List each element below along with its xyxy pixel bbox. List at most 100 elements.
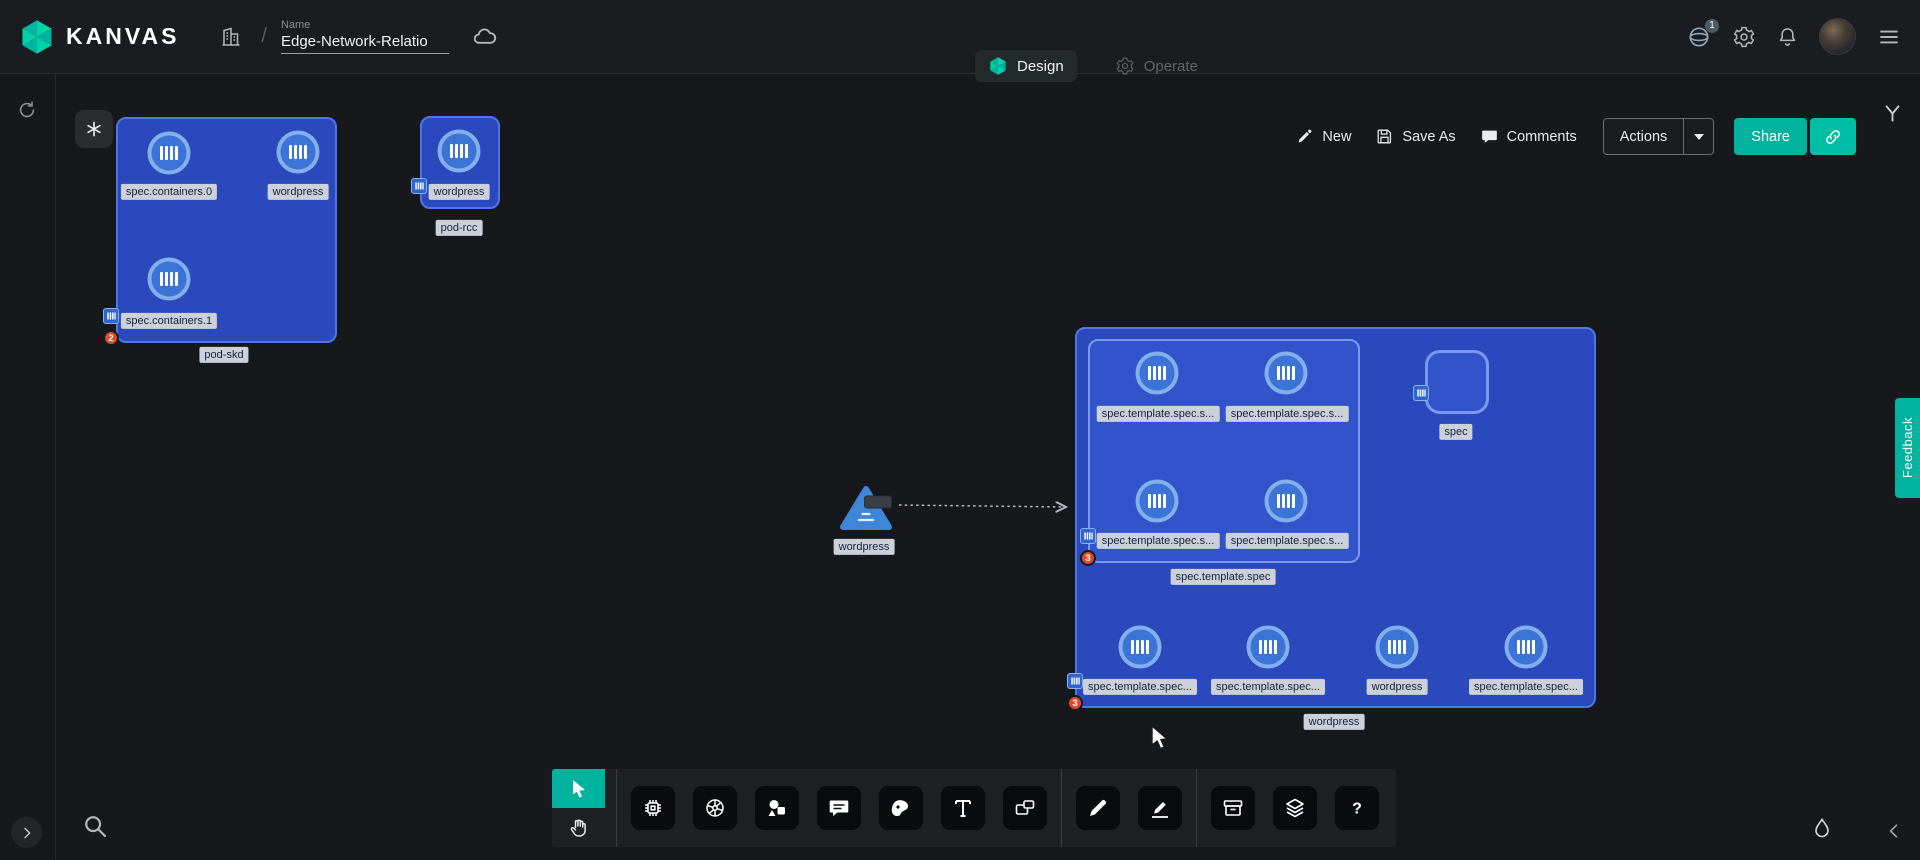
share-group: Share: [1734, 118, 1856, 155]
node-label: spec.containers.1: [121, 313, 217, 329]
dock-tool-shapes[interactable]: [755, 786, 799, 830]
dock-separator: [1061, 769, 1062, 847]
app-header: KANVAS / Name Design Operate 1: [0, 0, 1920, 74]
dock-tool-pan[interactable]: [552, 808, 605, 847]
new-button[interactable]: New: [1295, 127, 1351, 146]
canvas-toolbar: New Save As Comments Actions Share: [1295, 118, 1856, 155]
dock-tool-annotate[interactable]: [1138, 786, 1182, 830]
extensions-button[interactable]: 1: [1686, 24, 1712, 50]
error-count-badge[interactable]: 3: [1067, 695, 1083, 711]
node-spec[interactable]: [1425, 350, 1489, 414]
help-icon: ?: [1345, 796, 1369, 820]
tab-operate[interactable]: Operate: [1111, 50, 1202, 82]
y-icon[interactable]: [1883, 104, 1902, 123]
node-spec.template.spec...[interactable]: [1119, 626, 1162, 669]
connection-port[interactable]: [1067, 673, 1083, 689]
expand-panel-button[interactable]: [11, 817, 42, 848]
actions-button[interactable]: Actions: [1603, 118, 1715, 155]
bottom-toolbar: ?: [552, 769, 1396, 847]
node-spec.template.spec.s...[interactable]: [1265, 352, 1308, 395]
name-label: Name: [281, 19, 449, 31]
comment-icon: [827, 796, 851, 820]
node-label: wordpress: [1367, 679, 1428, 695]
group-label: pod-skd: [199, 347, 248, 363]
dock-tool-layers[interactable]: [1273, 786, 1317, 830]
tab-design[interactable]: Design: [975, 50, 1077, 82]
svg-text:?: ?: [1352, 801, 1362, 818]
error-count-badge[interactable]: 3: [1080, 550, 1096, 566]
share-button[interactable]: Share: [1734, 118, 1807, 155]
droplet-icon[interactable]: [1810, 816, 1834, 840]
chevron-left-icon[interactable]: [1884, 821, 1904, 841]
dock-tool-components[interactable]: [631, 786, 675, 830]
notification-count-badge: 1: [1705, 19, 1719, 33]
node-wordpress[interactable]: [1376, 626, 1419, 669]
rectangle-icon: [1013, 796, 1037, 820]
node-label: spec.template.spec.s...: [1097, 533, 1220, 549]
actions-label: Actions: [1604, 119, 1684, 154]
node-spec.template.spec...[interactable]: [1247, 626, 1290, 669]
dock-separator: [1196, 769, 1197, 847]
dock-tool-freehand[interactable]: [1076, 786, 1120, 830]
node-spec.template.spec.s...[interactable]: [1265, 480, 1308, 523]
node-label: spec.template.spec.s...: [1097, 406, 1220, 422]
comments-button[interactable]: Comments: [1480, 127, 1577, 146]
copy-link-button[interactable]: [1810, 118, 1856, 155]
dock-tool-text[interactable]: [941, 786, 985, 830]
notifications-bell-icon[interactable]: [1776, 25, 1799, 48]
comments-label: Comments: [1507, 129, 1577, 145]
freehand-icon: [1086, 796, 1110, 820]
hand-icon: [567, 816, 591, 840]
share-label: Share: [1751, 129, 1790, 145]
actions-dropdown-button[interactable]: [1683, 119, 1713, 154]
edge-service-arrow[interactable]: [899, 497, 1080, 515]
node-spec.template.spec.s...[interactable]: [1136, 480, 1179, 523]
node-wordpress[interactable]: [277, 131, 320, 174]
dock-tool-doodle[interactable]: [879, 786, 923, 830]
save-as-button[interactable]: Save As: [1375, 127, 1455, 146]
zoom-search-icon[interactable]: [80, 811, 110, 841]
dock-tool-comment[interactable]: [817, 786, 861, 830]
connection-port[interactable]: [1080, 528, 1096, 544]
error-count-badge[interactable]: 2: [103, 330, 119, 346]
hamburger-menu-icon[interactable]: [1876, 24, 1902, 50]
node-label: spec.template.spec...: [1083, 679, 1197, 695]
dock-left-column: [552, 769, 605, 847]
kanvas-logo[interactable]: [18, 18, 56, 56]
node-spec.containers.0[interactable]: [148, 132, 191, 175]
doodle-icon: [889, 796, 913, 820]
link-icon: [1823, 127, 1843, 147]
connection-port[interactable]: [103, 308, 119, 324]
node-label: spec.containers.0: [121, 184, 217, 200]
canvas-menu-button[interactable]: [75, 110, 113, 148]
user-avatar[interactable]: [1819, 18, 1856, 55]
tab-design-label: Design: [1017, 58, 1064, 75]
node-spec.template.spec...[interactable]: [1505, 626, 1548, 669]
node-wordpress[interactable]: [839, 484, 893, 532]
organization-icon[interactable]: [219, 25, 243, 49]
caret-down-icon: [1694, 134, 1704, 140]
cloud-sync-icon[interactable]: [471, 23, 499, 51]
dock-tool-kubernetes[interactable]: [693, 786, 737, 830]
group-spec.template.spec[interactable]: [1088, 339, 1360, 563]
save-as-label: Save As: [1402, 129, 1455, 145]
connection-port[interactable]: [1413, 385, 1429, 401]
operate-icon: [1115, 56, 1135, 76]
dock-tool-rectangle[interactable]: [1003, 786, 1047, 830]
node-spec.containers.1[interactable]: [148, 258, 191, 301]
node-spec.template.spec.s...[interactable]: [1136, 352, 1179, 395]
edge-mini-label: [865, 497, 891, 508]
new-label: New: [1322, 129, 1351, 145]
settings-gear-icon[interactable]: [1732, 25, 1756, 49]
logo-text[interactable]: KANVAS: [66, 23, 179, 50]
dock-tool-select[interactable]: [552, 769, 605, 808]
sync-icon[interactable]: [16, 99, 38, 121]
group-label: spec.template.spec: [1171, 569, 1276, 585]
breadcrumb-separator: /: [261, 25, 267, 48]
design-name-input[interactable]: [281, 31, 449, 54]
dock-tool-drawer[interactable]: [1211, 786, 1255, 830]
node-wordpress[interactable]: [438, 130, 481, 173]
connection-port[interactable]: [411, 178, 427, 194]
feedback-tab[interactable]: Feedback: [1895, 398, 1920, 498]
dock-tool-help[interactable]: ?: [1335, 786, 1379, 830]
